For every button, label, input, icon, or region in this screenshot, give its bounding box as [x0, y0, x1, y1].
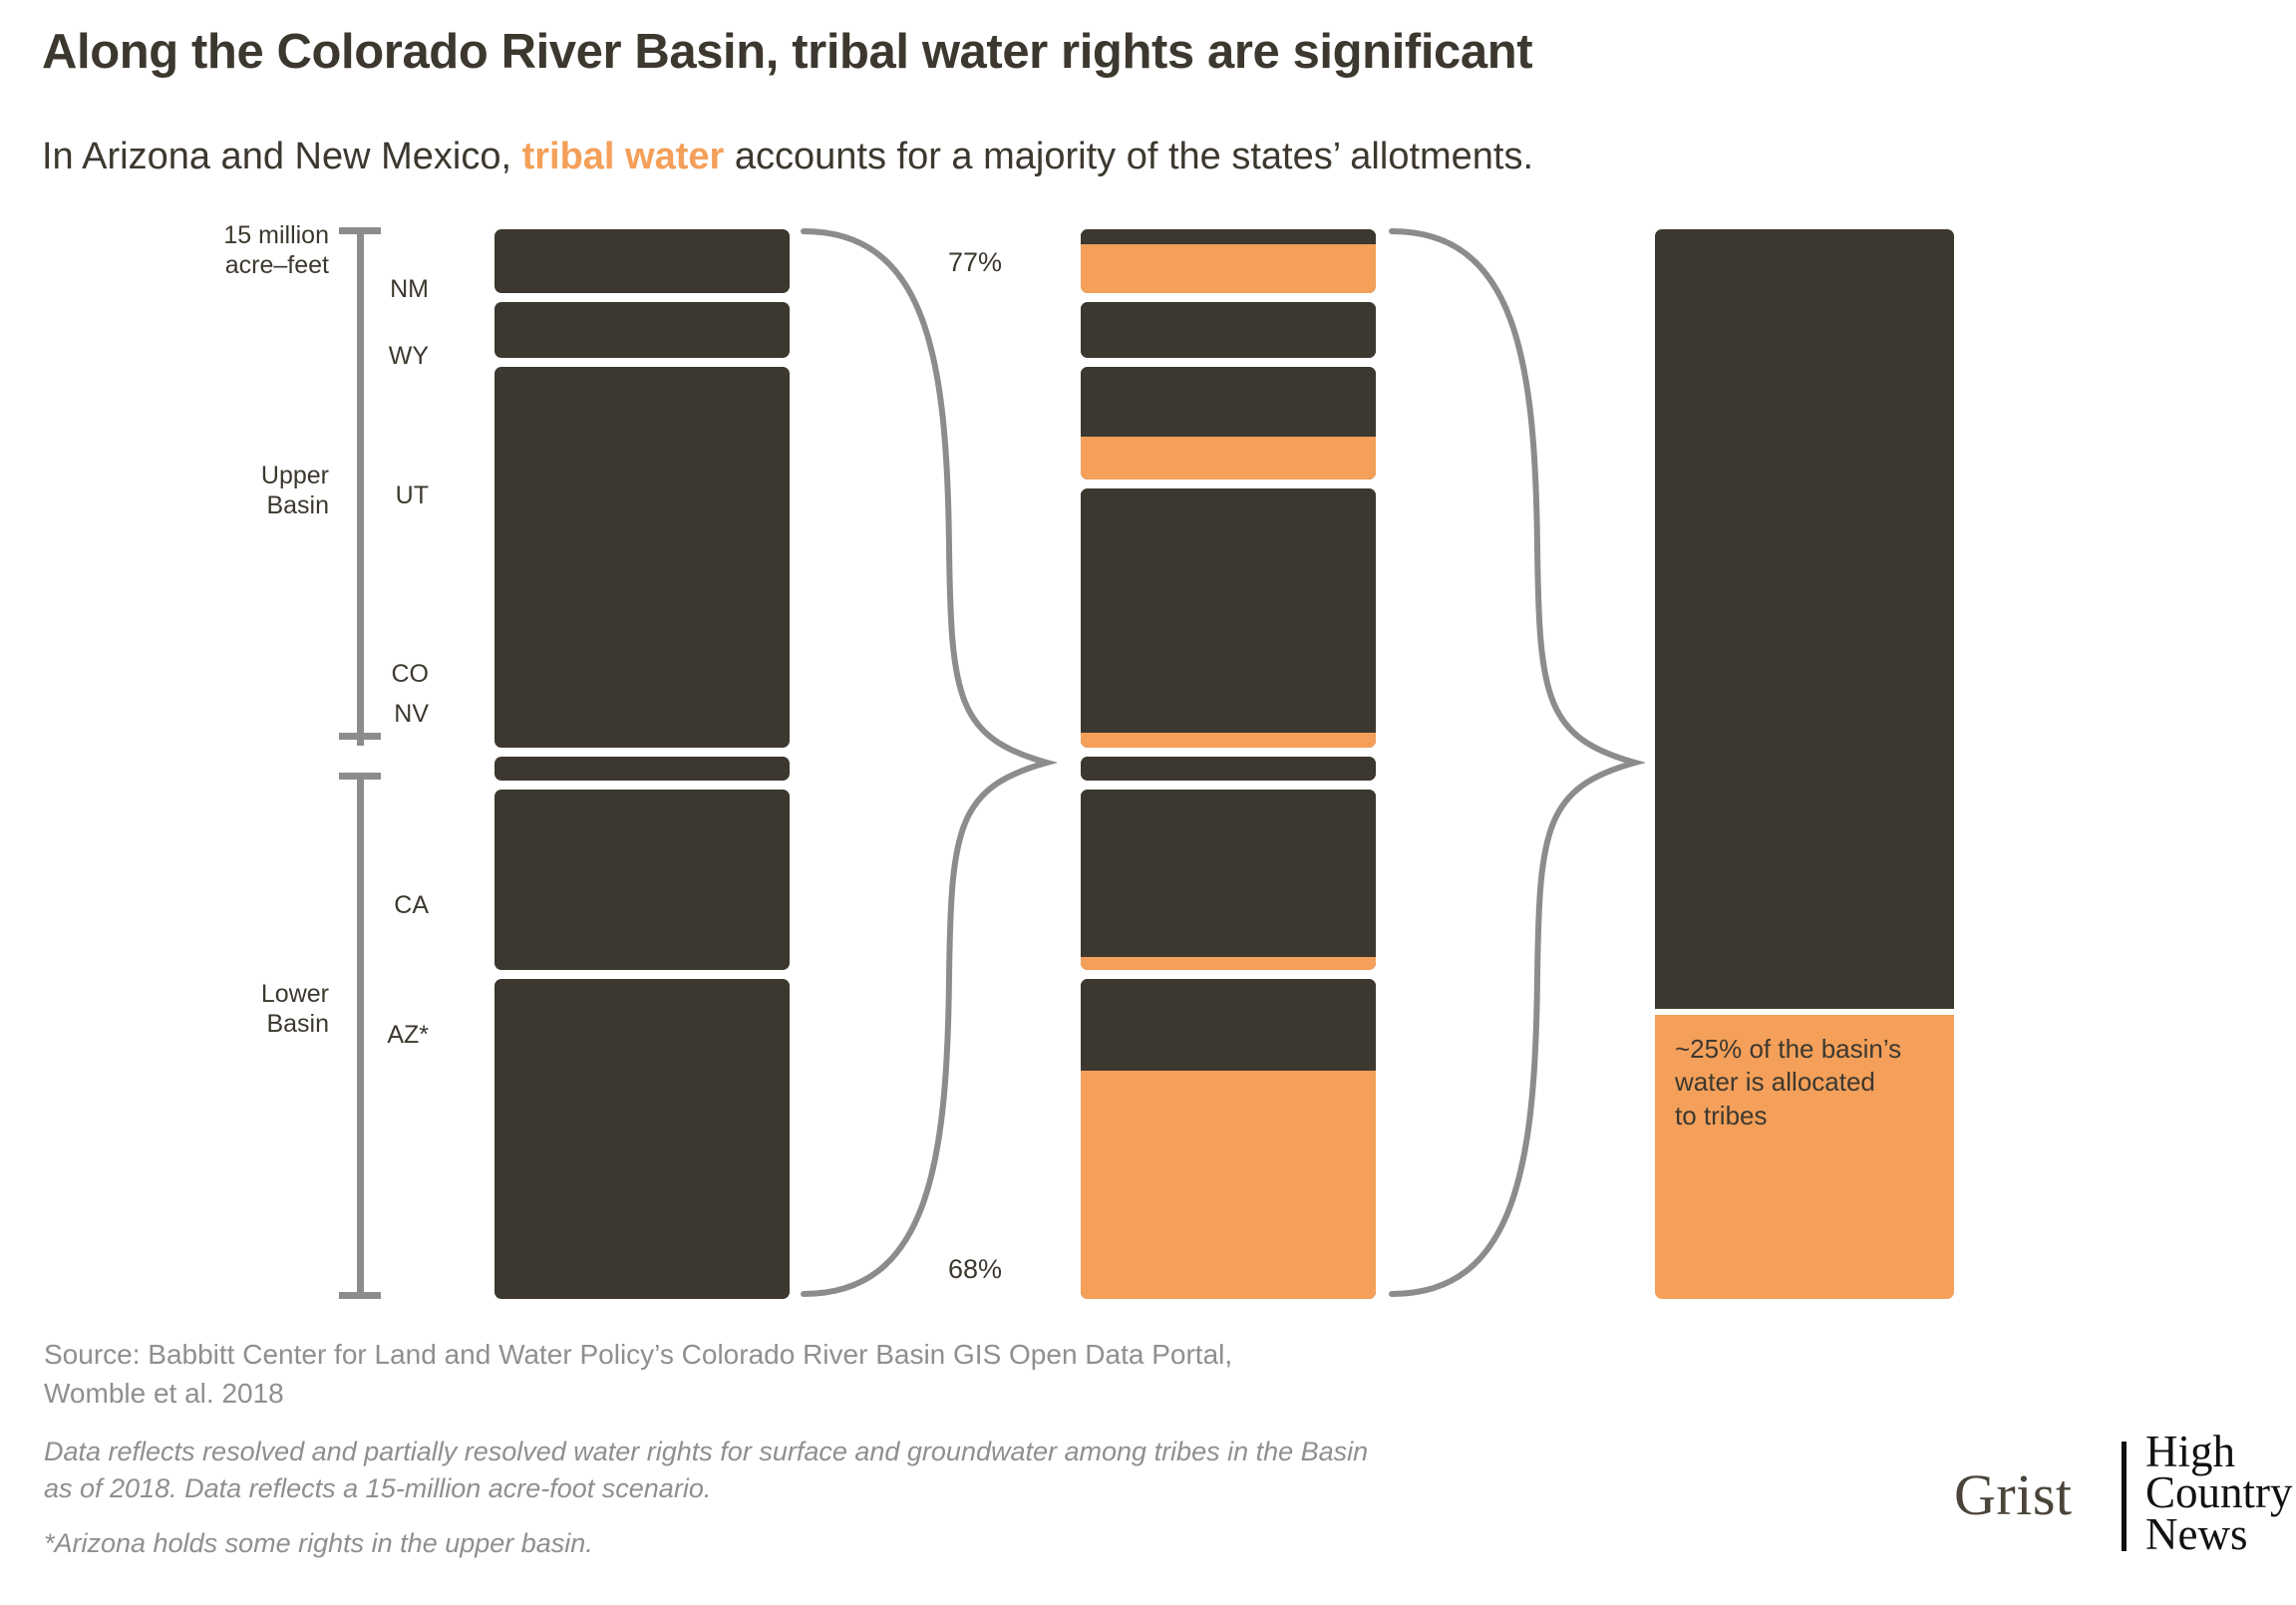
segment-other-ut [1081, 367, 1376, 437]
bar-state-total-ca[interactable] [494, 790, 790, 970]
state-label-nm: NM [390, 275, 429, 303]
segment-tribal-co [1081, 733, 1376, 748]
methodology-line-2: as of 2018. Data reflects a 15-million a… [44, 1473, 712, 1504]
state-label-az: AZ* [387, 1021, 429, 1049]
segment-tribal-ut [1081, 437, 1376, 480]
subtitle-pre: In Arizona and New Mexico, [42, 136, 522, 177]
axis-top-label: 15 million acre–feet [140, 221, 329, 280]
chart-area: 15 million acre–feet Upper Basin Lower B… [0, 221, 2296, 1299]
grist-wordmark: Grist [1954, 1462, 2073, 1527]
axis-bottom-cap [339, 1292, 381, 1299]
bar-split-ut[interactable] [1081, 367, 1376, 480]
subtitle-post: accounts for a majority of the states’ a… [724, 136, 1534, 177]
logo-divider [2122, 1442, 2127, 1551]
page-subtitle: In Arizona and New Mexico, tribal water … [42, 136, 2235, 179]
high-country-news-wordmark: High Country News [2145, 1427, 2293, 1559]
subtitle-highlight: tribal water [521, 136, 725, 177]
bar-split-az[interactable] [1081, 979, 1376, 1299]
bar-state-total-az[interactable] [494, 979, 790, 1299]
methodology-line-1: Data reflects resolved and partially res… [44, 1437, 1369, 1466]
connector-brace-right [1389, 228, 1645, 1297]
segment-other-nv [1081, 757, 1376, 781]
bar-split-ca[interactable] [1081, 790, 1376, 970]
bar-split-nv[interactable] [1081, 757, 1376, 781]
bar-basin-other[interactable] [1655, 229, 1954, 1009]
state-label-ca: CA [394, 891, 429, 919]
state-label-nv: NV [394, 700, 429, 728]
axis-mid-cap-upper [339, 733, 381, 740]
segment-tribal-az [1081, 1071, 1376, 1299]
bar-state-total-nm[interactable] [494, 229, 790, 293]
connector-brace-left [801, 228, 1057, 1297]
segment-other-az [1081, 979, 1376, 1071]
lower-basin-line1: Lower [260, 980, 329, 1008]
source-credit: Source: Babbitt Center for Land and Wate… [44, 1336, 1599, 1413]
hcn-line1: High [2145, 1427, 2235, 1476]
bar-state-total-nv[interactable] [494, 757, 790, 781]
hcn-line3: News [2145, 1508, 2248, 1559]
source-line-2: Womble et al. 2018 [44, 1377, 284, 1409]
footnote-line-1: *Arizona holds some rights in the upper … [44, 1528, 593, 1558]
bar-state-total-co[interactable] [494, 418, 790, 748]
hcn-line2: Country [2145, 1467, 2293, 1518]
bar-split-wy[interactable] [1081, 302, 1376, 358]
source-line-1: Source: Babbitt Center for Land and Wate… [44, 1339, 1233, 1370]
segment-other-nm [1081, 229, 1376, 244]
bar-split-co[interactable] [1081, 488, 1376, 748]
annotation-line2: water is allocated [1675, 1067, 1875, 1098]
annotation-line1: ~25% of the basin’s [1675, 1034, 1902, 1064]
state-label-ut: UT [395, 482, 429, 509]
segment-tribal-nm [1081, 244, 1376, 293]
basin-tribal-annotation: ~25% of the basin’s water is allocated t… [1675, 1033, 1944, 1132]
segment-other-wy [1081, 302, 1376, 358]
page-title: Along the Colorado River Basin, tribal w… [42, 25, 1533, 79]
state-label-wy: WY [388, 342, 429, 370]
segment-other-co [1081, 488, 1376, 733]
segment-tribal-ca [1081, 957, 1376, 970]
bar-state-total-wy[interactable] [494, 302, 790, 358]
pct-label-nm: 77% [947, 247, 1002, 277]
state-label-co: CO [391, 660, 430, 688]
methodology-note: Data reflects resolved and partially res… [44, 1434, 1858, 1508]
annotation-line3: to tribes [1675, 1100, 1768, 1130]
pct-label-az: 68% [947, 1254, 1002, 1284]
footnote-arizona: *Arizona holds some rights in the upper … [44, 1525, 1858, 1562]
bar-split-nm[interactable] [1081, 229, 1376, 293]
segment-other-ca [1081, 790, 1376, 957]
axis-top-label-line1: 15 million [223, 221, 329, 249]
